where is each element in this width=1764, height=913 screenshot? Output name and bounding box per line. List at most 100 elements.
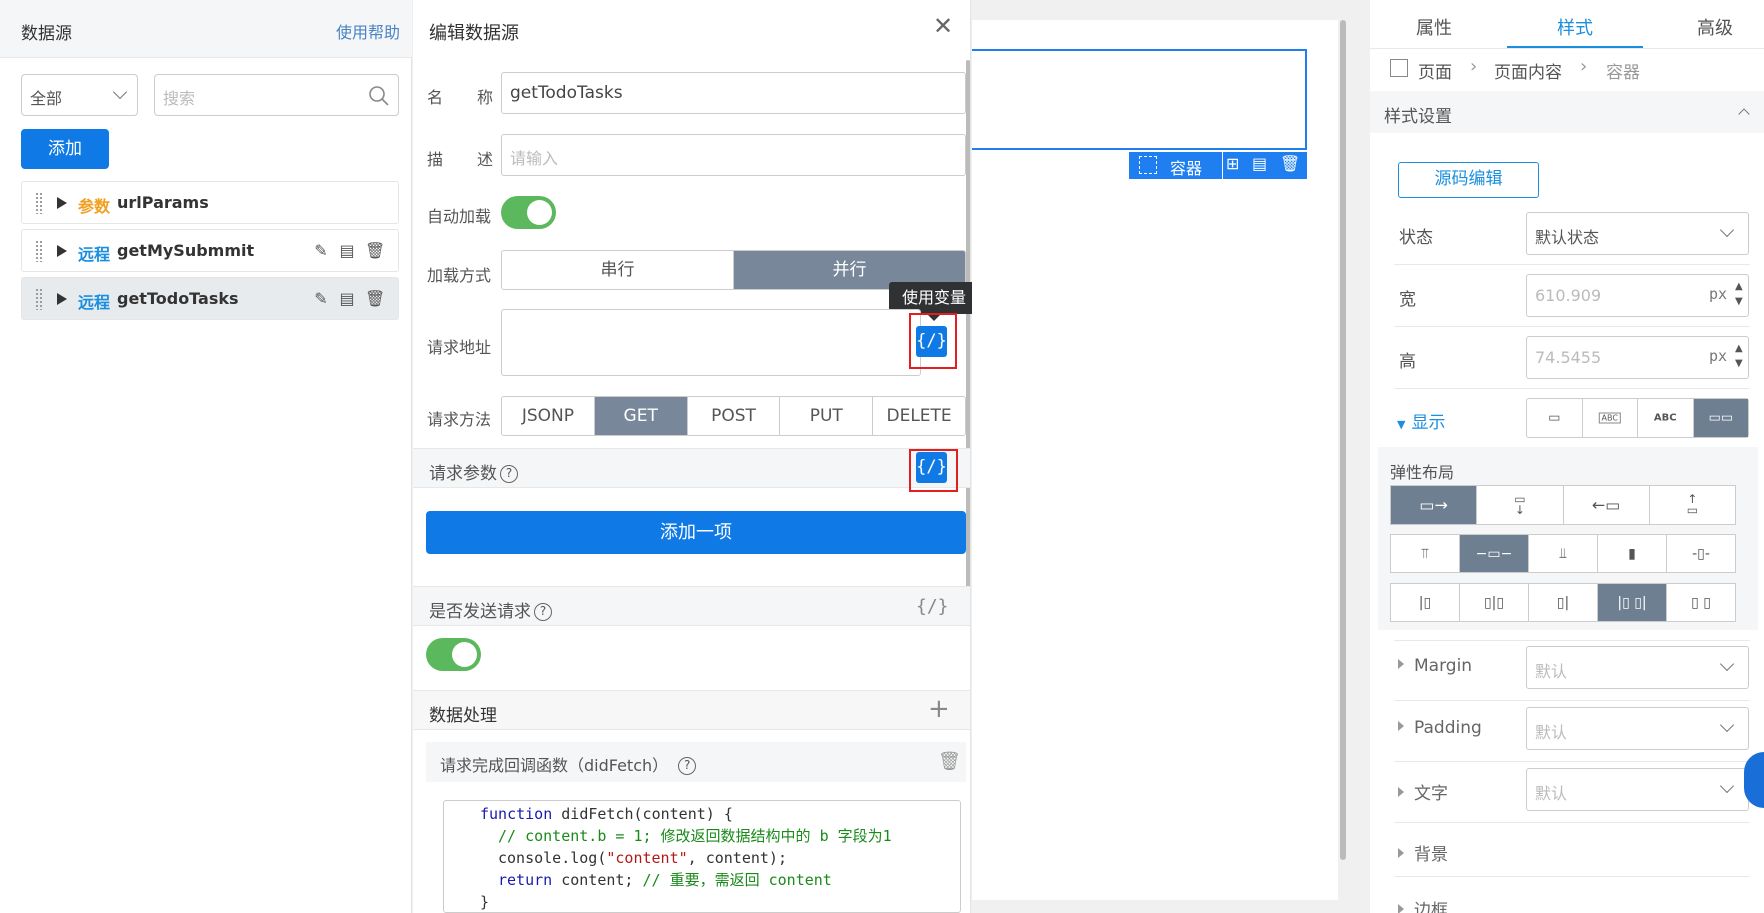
flex-row-reverse[interactable]: ←▭ [1564, 486, 1650, 524]
delete-icon[interactable]: 🗑 [365, 242, 385, 260]
spinner-icon[interactable]: ▲ ▼ [1735, 279, 1743, 309]
justify-space-around[interactable]: ▯ ▯ [1667, 584, 1735, 621]
style-section-header[interactable]: 样式设置 [1370, 91, 1764, 133]
expand-arrow-icon[interactable] [57, 245, 67, 257]
drag-handle-icon[interactable] [35, 240, 43, 262]
drag-handle-icon[interactable] [35, 192, 43, 214]
align-baseline[interactable]: -▯- [1667, 535, 1735, 572]
datasource-item-gettodotasks[interactable]: 远程 getTodoTasks ✎ ▤ 🗑 [21, 277, 399, 320]
justify-start[interactable]: |▯ [1391, 584, 1460, 621]
drag-handle-icon[interactable] [35, 288, 43, 310]
tab-advanced[interactable]: 高级 [1697, 14, 1733, 40]
data-processing-header: 数据处理 + [413, 690, 970, 730]
help-icon[interactable]: ? [534, 603, 552, 621]
help-icon[interactable]: ? [678, 757, 697, 775]
url-label: 请求地址 [427, 338, 492, 357]
expand-arrow-icon[interactable] [57, 293, 67, 305]
align-stretch[interactable]: ▮ [1598, 535, 1667, 572]
desc-input[interactable]: 请输入 [501, 134, 966, 176]
url-input[interactable] [501, 309, 921, 376]
search-icon [369, 86, 389, 106]
selected-container[interactable] [972, 49, 1307, 150]
copy-icon[interactable]: ▤ [1252, 154, 1267, 173]
display-flex[interactable]: ▭▭ [1693, 399, 1748, 437]
method-post[interactable]: POST [688, 397, 781, 435]
margin-select[interactable]: 默认 [1526, 646, 1749, 689]
breadcrumb-separator: › [1580, 56, 1588, 77]
source-edit-button[interactable]: 源码编辑 [1398, 162, 1539, 198]
border-toggle[interactable]: 边框 [1398, 896, 1448, 913]
align-center[interactable]: −▭− [1460, 535, 1529, 572]
add-item-button[interactable]: 添加一项 [426, 511, 966, 554]
desc-placeholder: 请输入 [510, 149, 559, 168]
search-input[interactable]: 搜索 [154, 74, 399, 116]
breadcrumb-page[interactable]: 页面 [1418, 58, 1452, 83]
delete-icon[interactable]: 🗑 [1280, 154, 1300, 173]
method-delete[interactable]: DELETE [873, 397, 965, 435]
autoload-toggle[interactable] [501, 196, 556, 229]
delete-icon[interactable]: 🗑 [938, 751, 961, 772]
flex-column-reverse[interactable]: ↑ ▭ [1650, 486, 1735, 524]
send-variable-button[interactable]: {/} [916, 596, 949, 617]
margin-toggle[interactable]: Margin [1398, 656, 1472, 676]
breadcrumb-page-content[interactable]: 页面内容 [1494, 58, 1562, 83]
method-jsonp[interactable]: JSONP [502, 397, 595, 435]
background-toggle[interactable]: 背景 [1398, 840, 1448, 865]
send-toggle[interactable] [426, 638, 481, 671]
flex-row[interactable]: ▭→ [1391, 486, 1478, 524]
chevron-down-icon [1719, 222, 1735, 238]
state-select[interactable]: 默认状态 [1526, 212, 1749, 255]
display-inline[interactable]: ABC [1638, 399, 1694, 437]
insert-icon[interactable]: ⊞ [1226, 154, 1239, 173]
justify-center[interactable]: ▯|▯ [1460, 584, 1529, 621]
datasource-item-urlparams[interactable]: 参数 urlParams [21, 181, 399, 224]
copy-icon[interactable]: ▤ [338, 290, 356, 308]
chevron-down-icon [1719, 778, 1735, 794]
align-end[interactable]: ⫫ [1529, 535, 1598, 572]
filter-select[interactable]: 全部 [21, 74, 138, 116]
breadcrumb-container[interactable]: 容器 [1606, 58, 1640, 83]
method-put[interactable]: PUT [780, 397, 874, 435]
justify-end[interactable]: ▯| [1529, 584, 1598, 621]
padding-select[interactable]: 默认 [1526, 707, 1749, 750]
text-select[interactable]: 默认 [1526, 768, 1749, 811]
justify-space-between[interactable]: |▯ ▯| [1598, 584, 1667, 621]
canvas-scrollbar[interactable] [1340, 20, 1346, 860]
tab-properties[interactable]: 属性 [1416, 14, 1452, 40]
display-toggle[interactable]: ▼ 显示 [1397, 408, 1445, 433]
help-icon[interactable]: ? [500, 465, 518, 483]
text-toggle[interactable]: 文字 [1398, 779, 1448, 804]
plus-icon[interactable]: + [928, 694, 950, 724]
width-unit: px [1709, 285, 1728, 303]
edit-icon[interactable]: ✎ [312, 290, 330, 308]
item-name: urlParams [117, 193, 209, 212]
tab-style[interactable]: 样式 [1557, 14, 1593, 40]
height-value: 74.5455 [1535, 348, 1602, 367]
scrollbar[interactable] [966, 60, 970, 625]
spinner-icon[interactable]: ▲ ▼ [1735, 341, 1743, 371]
height-input[interactable]: 74.5455 px ▲ ▼ [1526, 336, 1749, 379]
code-editor[interactable]: function didFetch(content) { // content.… [443, 800, 961, 913]
expand-arrow-icon[interactable] [57, 197, 67, 209]
edit-icon[interactable]: ✎ [312, 242, 330, 260]
add-datasource-button[interactable]: 添加 [21, 129, 109, 169]
align-start[interactable]: ⫪ [1391, 535, 1460, 572]
datasource-item-getmysubmmit[interactable]: 远程 getMySubmmit ✎ ▤ 🗑 [21, 229, 399, 272]
load-mode-serial[interactable]: 串行 [502, 251, 734, 289]
flex-column[interactable]: ▭ ↓ [1477, 486, 1564, 524]
width-input[interactable]: 610.909 px ▲ ▼ [1526, 274, 1749, 317]
name-input[interactable]: getTodoTasks [501, 72, 966, 114]
display-inline-block[interactable]: ABC [1583, 399, 1638, 437]
delete-icon[interactable]: 🗑 [365, 290, 385, 308]
name-value: getTodoTasks [510, 83, 623, 103]
close-icon[interactable]: ✕ [933, 12, 953, 40]
copy-icon[interactable]: ▤ [338, 242, 356, 260]
display-block[interactable]: ▭ [1527, 399, 1583, 437]
datasource-header: 数据源 使用帮助 [0, 0, 412, 58]
help-link[interactable]: 使用帮助 [336, 19, 400, 43]
padding-toggle[interactable]: Padding [1398, 718, 1482, 738]
item-name: getMySubmmit [117, 241, 255, 260]
method-get[interactable]: GET [594, 397, 688, 435]
params-section-header: 请求参数? [413, 448, 970, 488]
floating-help-button[interactable] [1744, 752, 1764, 808]
